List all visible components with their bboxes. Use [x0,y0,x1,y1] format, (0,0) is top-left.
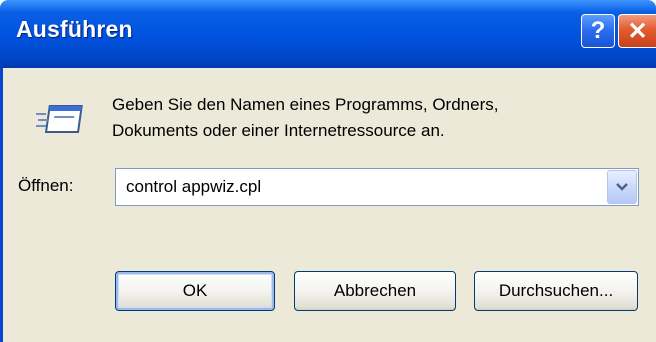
open-input[interactable] [116,169,606,205]
close-button[interactable]: ✕ [618,14,656,48]
run-program-icon [36,105,83,133]
dropdown-button[interactable] [607,170,637,204]
browse-button-label: Durchsuchen... [498,281,614,300]
instruction-line-1: Geben Sie den Namen eines Programms, Ord… [112,95,499,114]
help-icon: ? [590,17,606,44]
cancel-button[interactable]: Abbrechen [294,271,456,311]
window-frame [0,68,3,342]
instruction-text: Geben Sie den Namen eines Programms, Ord… [112,92,498,144]
help-button[interactable]: ? [581,14,615,48]
browse-button[interactable]: Durchsuchen... [474,271,638,311]
ok-button-label: OK [182,281,208,300]
run-dialog: Ausführen ? ✕ Geben Sie den Namen eines … [0,0,656,342]
open-combobox[interactable] [115,168,639,206]
window-title: Ausführen [16,16,133,42]
instruction-line-2: Dokuments oder einer Internetressource a… [112,121,445,140]
cancel-button-label: Abbrechen [333,281,417,300]
close-icon: ✕ [627,17,648,45]
ok-button[interactable]: OK [115,271,275,311]
chevron-down-icon [616,183,628,191]
open-label: Öffnen: [18,176,74,195]
title-bar[interactable]: Ausführen ? ✕ [0,0,656,68]
